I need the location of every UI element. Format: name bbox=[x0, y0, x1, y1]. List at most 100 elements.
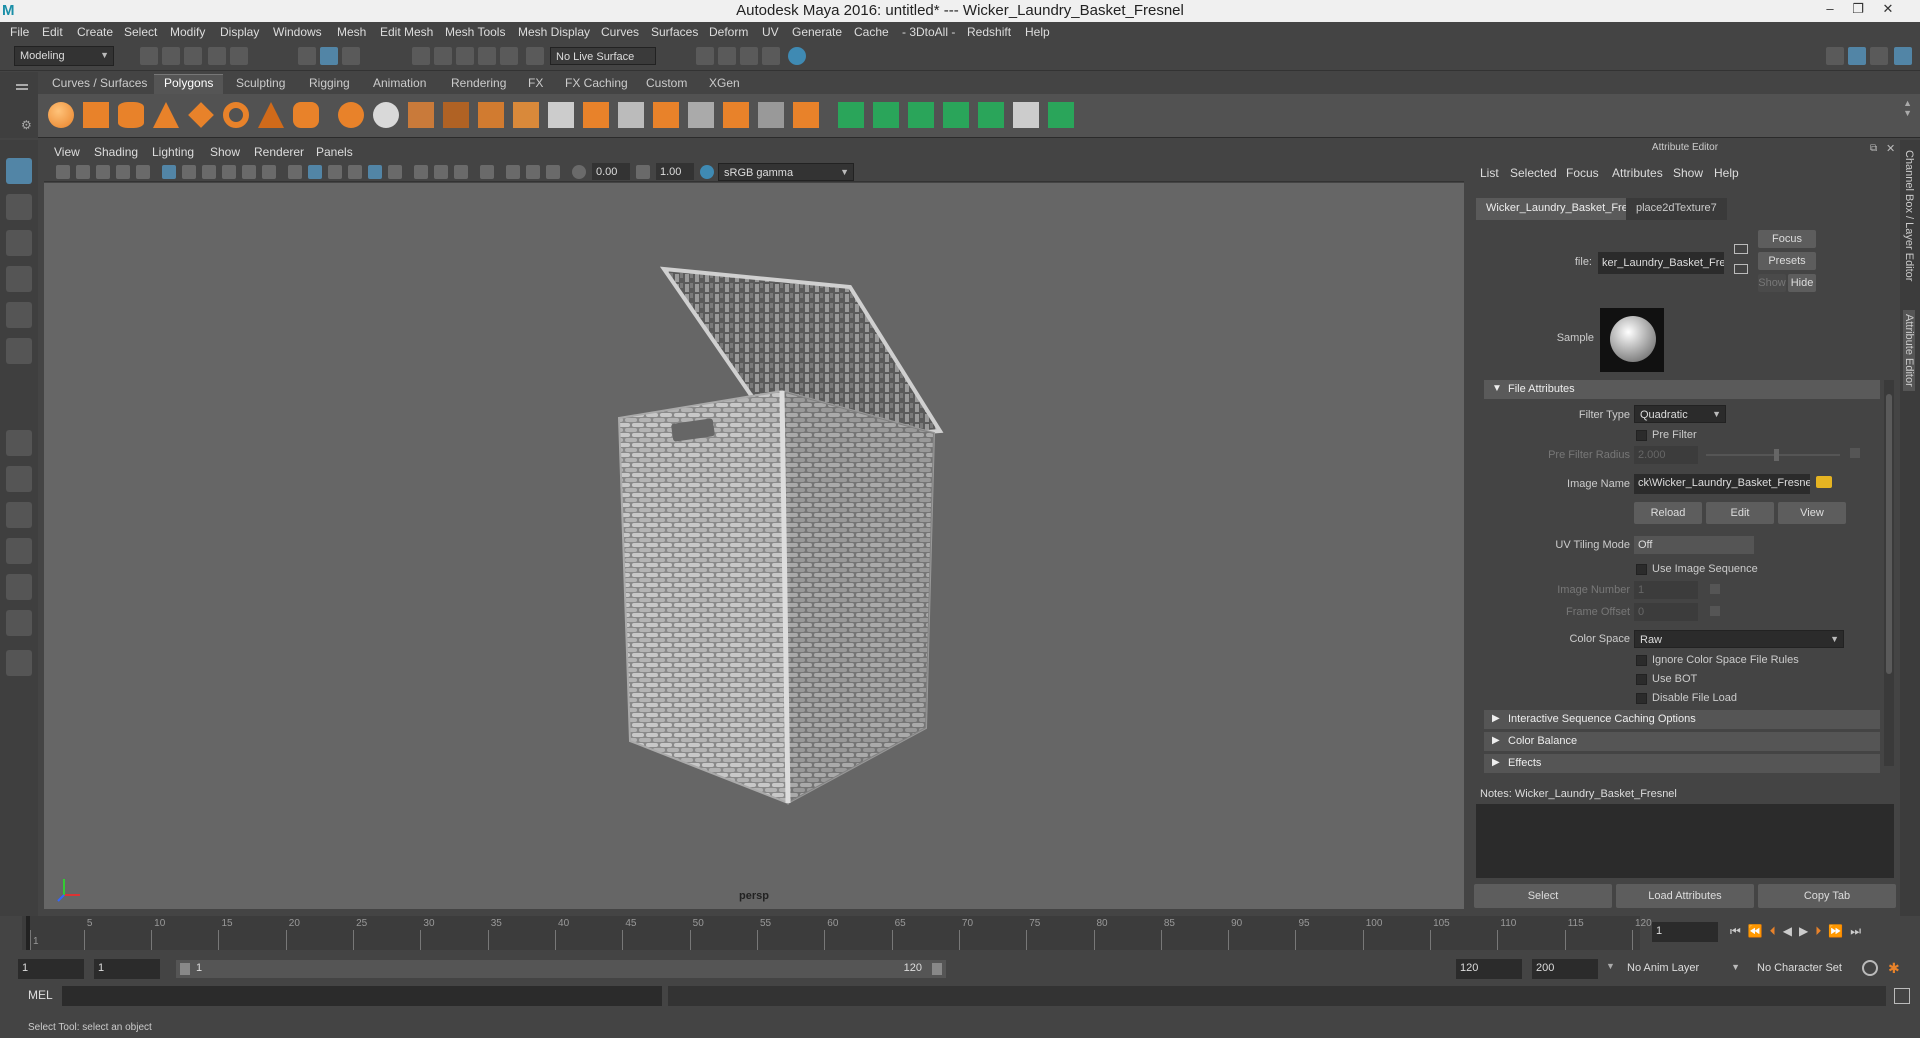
reload-button[interactable]: Reload bbox=[1634, 502, 1702, 524]
poly-cone-icon[interactable] bbox=[153, 102, 179, 128]
persp-outliner-layout-icon[interactable] bbox=[6, 502, 32, 528]
combine-icon[interactable] bbox=[338, 102, 364, 128]
magnet-icon[interactable] bbox=[526, 47, 544, 65]
smooth-shade-icon[interactable] bbox=[308, 165, 322, 179]
anim-layer-dropdown[interactable]: No Anim Layer ▼ bbox=[1622, 959, 1740, 979]
menu-edit-mesh[interactable]: Edit Mesh bbox=[380, 25, 433, 39]
bevel-icon[interactable] bbox=[548, 102, 574, 128]
select-object-icon[interactable] bbox=[320, 47, 338, 65]
poly-torus-icon[interactable] bbox=[223, 102, 249, 128]
resolution-gate-icon[interactable] bbox=[202, 165, 216, 179]
hide-button[interactable]: Hide bbox=[1788, 274, 1816, 292]
range-end-handle[interactable] bbox=[932, 963, 942, 975]
perspective-viewport[interactable]: persp bbox=[44, 183, 1464, 909]
motion-blur-icon[interactable] bbox=[454, 165, 468, 179]
smooth-icon[interactable] bbox=[443, 102, 469, 128]
snap-grid-icon[interactable] bbox=[412, 47, 430, 65]
select-tool-icon[interactable] bbox=[6, 158, 32, 184]
wireframe-icon[interactable] bbox=[162, 165, 176, 179]
mirror-icon[interactable] bbox=[478, 102, 504, 128]
workspace-icon-2[interactable] bbox=[1848, 47, 1866, 65]
camera-attr-icon[interactable] bbox=[76, 165, 90, 179]
use-image-sequence-checkbox[interactable] bbox=[1636, 564, 1647, 575]
ae-menu-focus[interactable]: Focus bbox=[1566, 166, 1599, 180]
menu-cache[interactable]: Cache bbox=[854, 25, 889, 39]
map-button-icon[interactable] bbox=[1850, 448, 1860, 458]
focus-button[interactable]: Focus bbox=[1758, 230, 1816, 248]
outliner-layout-icon[interactable] bbox=[6, 610, 32, 636]
insert-edge-loop-icon[interactable] bbox=[723, 102, 749, 128]
presets-button[interactable]: Presets bbox=[1758, 252, 1816, 270]
show-button[interactable]: Show bbox=[1758, 274, 1786, 292]
grid-toggle-icon[interactable] bbox=[136, 165, 150, 179]
color-space-dropdown[interactable]: Raw ▼ bbox=[1634, 630, 1844, 648]
exposure-icon[interactable] bbox=[572, 165, 586, 179]
menu-mesh-display[interactable]: Mesh Display bbox=[518, 25, 590, 39]
extrude-icon[interactable] bbox=[583, 102, 609, 128]
save-scene-icon[interactable] bbox=[184, 47, 202, 65]
poly-pipe-icon[interactable] bbox=[293, 102, 319, 128]
poly-cylinder-icon[interactable] bbox=[118, 102, 144, 128]
tab-fx-caching[interactable]: FX Caching bbox=[565, 76, 628, 90]
menu-curves[interactable]: Curves bbox=[601, 25, 639, 39]
checker-icon[interactable] bbox=[1013, 102, 1039, 128]
unfold-icon[interactable] bbox=[1048, 102, 1074, 128]
texture-sample-swatch[interactable] bbox=[1600, 308, 1664, 372]
poly-sphere-icon[interactable] bbox=[48, 102, 74, 128]
paint-select-icon[interactable] bbox=[6, 230, 32, 256]
tab-xgen[interactable]: XGen bbox=[709, 76, 740, 90]
menu-modify[interactable]: Modify bbox=[170, 25, 205, 39]
menu-surfaces[interactable]: Surfaces bbox=[651, 25, 698, 39]
poly-cube-icon[interactable] bbox=[83, 102, 109, 128]
separate-icon[interactable] bbox=[373, 102, 399, 128]
view-button[interactable]: View bbox=[1778, 502, 1846, 524]
map-button-icon[interactable] bbox=[1710, 606, 1720, 616]
section-color-balance[interactable]: ▶ Color Balance bbox=[1484, 732, 1880, 751]
section-file-attributes[interactable]: ▼ File Attributes bbox=[1484, 380, 1880, 399]
live-surface-field[interactable]: No Live Surface bbox=[550, 47, 656, 65]
render-icon[interactable] bbox=[718, 47, 736, 65]
section-effects[interactable]: ▶ Effects bbox=[1484, 754, 1880, 773]
xray-components-icon[interactable] bbox=[546, 165, 560, 179]
shelf-scroll-icon[interactable]: ▲ ▼ bbox=[1903, 98, 1912, 118]
render-settings-icon[interactable] bbox=[762, 47, 780, 65]
view-transform-dropdown[interactable]: sRGB gamma ▼ bbox=[718, 163, 854, 181]
preferences-icon[interactable]: ✱ bbox=[1888, 960, 1904, 976]
exposure-field[interactable]: 0.00 bbox=[592, 163, 630, 180]
gamma-field[interactable]: 1.00 bbox=[656, 163, 694, 180]
select-hierarchy-icon[interactable] bbox=[298, 47, 316, 65]
planar-map-icon[interactable] bbox=[838, 102, 864, 128]
snap-curve-icon[interactable] bbox=[434, 47, 452, 65]
ipr-render-icon[interactable] bbox=[740, 47, 758, 65]
color-management-icon[interactable] bbox=[700, 165, 714, 179]
menu-mesh[interactable]: Mesh bbox=[337, 25, 366, 39]
gamma-icon[interactable] bbox=[636, 165, 650, 179]
go-to-start-icon[interactable]: ⏮ bbox=[1730, 924, 1748, 938]
textured-icon[interactable] bbox=[368, 165, 382, 179]
step-back-key-icon[interactable]: ⏴ bbox=[1770, 924, 1783, 938]
notes-textarea[interactable] bbox=[1476, 804, 1894, 878]
open-scene-icon[interactable] bbox=[162, 47, 180, 65]
float-panel-icon[interactable]: ⧉ bbox=[1870, 143, 1877, 154]
wireframe-shade-icon[interactable] bbox=[288, 165, 302, 179]
gate-mask-icon[interactable] bbox=[222, 165, 236, 179]
safe-action-icon[interactable] bbox=[262, 165, 276, 179]
bookmark-icon[interactable] bbox=[96, 165, 110, 179]
select-button[interactable]: Select bbox=[1474, 884, 1612, 908]
tab-curves-surfaces[interactable]: Curves / Surfaces bbox=[52, 76, 147, 90]
basket-model[interactable] bbox=[44, 183, 1464, 909]
ae-menu-attributes[interactable]: Attributes bbox=[1612, 166, 1663, 180]
menu-select[interactable]: Select bbox=[124, 25, 157, 39]
pre-filter-radius-field[interactable]: 2.000 bbox=[1634, 446, 1698, 464]
section-interactive-sequence-caching[interactable]: ▶ Interactive Sequence Caching Options bbox=[1484, 710, 1880, 729]
step-forward-key-icon[interactable]: ⏵ bbox=[1815, 924, 1828, 938]
slider-handle[interactable] bbox=[1774, 449, 1779, 461]
fill-hole-icon[interactable] bbox=[688, 102, 714, 128]
play-forward-icon[interactable]: ▶ bbox=[1799, 924, 1815, 938]
camera-select-icon[interactable] bbox=[56, 165, 70, 179]
ae-menu-show[interactable]: Show bbox=[1673, 166, 1703, 180]
pre-filter-radius-slider[interactable] bbox=[1706, 449, 1840, 461]
hypershade-layout-icon[interactable] bbox=[6, 574, 32, 600]
ignore-color-space-checkbox[interactable] bbox=[1636, 655, 1647, 666]
maximize-icon[interactable]: ❐ bbox=[1846, 1, 1870, 17]
